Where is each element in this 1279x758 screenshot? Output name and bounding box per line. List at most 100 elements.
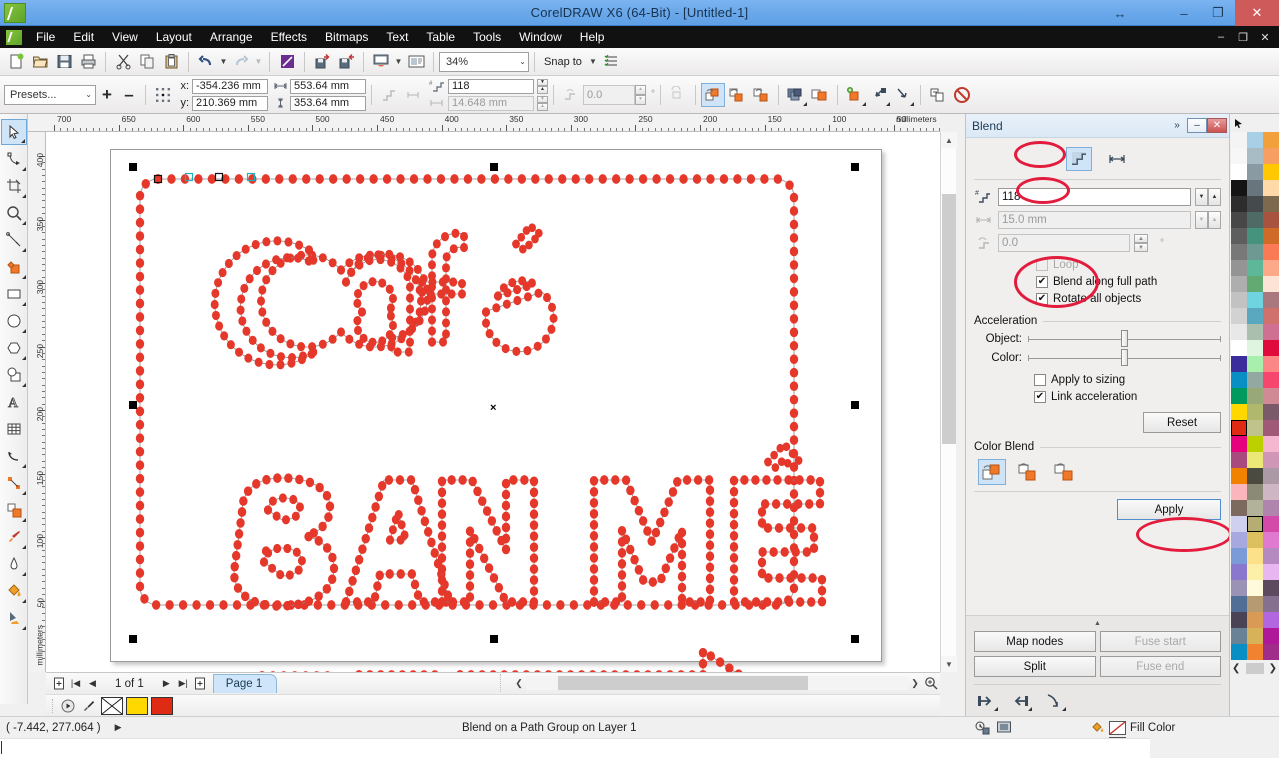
- palette-swatch[interactable]: [1231, 564, 1247, 580]
- display-icon[interactable]: [996, 720, 1012, 735]
- blend-full-path-checkbox[interactable]: ✔: [1036, 276, 1048, 288]
- palette-swatch[interactable]: [1231, 436, 1247, 452]
- table-tool[interactable]: [1, 416, 27, 442]
- application-launcher-icon[interactable]: [404, 50, 428, 74]
- menu-item-file[interactable]: File: [27, 27, 64, 47]
- palette-swatch[interactable]: [1231, 196, 1247, 212]
- palette-swatch[interactable]: [1231, 164, 1247, 180]
- palette-swatch[interactable]: [1231, 452, 1247, 468]
- snap-to-dropdown-icon[interactable]: ▼: [586, 50, 600, 74]
- slider-thumb[interactable]: [1121, 349, 1128, 366]
- pick-tool[interactable]: [1, 119, 27, 145]
- menu-item-table[interactable]: Table: [417, 27, 464, 47]
- interactive-fill-tool[interactable]: [1, 605, 27, 631]
- palette-swatch[interactable]: [1263, 564, 1279, 580]
- copy-icon[interactable]: [135, 50, 159, 74]
- snapshot-icon[interactable]: [974, 720, 990, 735]
- palette-swatch[interactable]: [1231, 180, 1247, 196]
- new-icon[interactable]: [4, 50, 28, 74]
- palette-swatch[interactable]: [1247, 468, 1263, 484]
- next-page-button[interactable]: ▶: [158, 675, 175, 693]
- map-nodes-button[interactable]: Map nodes: [974, 631, 1096, 652]
- rotate-all-objects-checkbox[interactable]: ✔: [1036, 293, 1048, 305]
- palette-swatch[interactable]: [1231, 372, 1247, 388]
- palette-next-button[interactable]: ❯: [1269, 663, 1277, 674]
- palette-swatch[interactable]: [1263, 436, 1279, 452]
- basic-shapes-tool[interactable]: [1, 362, 27, 388]
- palette-swatch[interactable]: [1263, 164, 1279, 180]
- split-button[interactable]: Split: [974, 656, 1096, 677]
- undo-dropdown-icon[interactable]: ▼: [218, 50, 229, 74]
- connector-tool[interactable]: [1, 470, 27, 496]
- hscroll-thumb[interactable]: [558, 676, 808, 690]
- palette-swatch[interactable]: [1231, 324, 1247, 340]
- palette-swatch[interactable]: [1247, 500, 1263, 516]
- link-acceleration-row[interactable]: ✔ Link acceleration: [1034, 388, 1221, 405]
- palette-swatch[interactable]: [1247, 228, 1263, 244]
- palette-swatch[interactable]: [1231, 308, 1247, 324]
- palette-swatch[interactable]: [1231, 644, 1247, 660]
- docker-expand-icon[interactable]: »: [1167, 117, 1187, 135]
- palette-swatch[interactable]: [1231, 388, 1247, 404]
- palette-swatch[interactable]: [1247, 532, 1263, 548]
- palette-swatch[interactable]: [1231, 468, 1247, 484]
- blend-tool[interactable]: [1, 497, 27, 523]
- palette-swatch[interactable]: [1263, 468, 1279, 484]
- palette-swatch[interactable]: [1263, 532, 1279, 548]
- zoom-level-combo[interactable]: 34% ⌄: [439, 52, 529, 72]
- palette-swatch[interactable]: [1247, 548, 1263, 564]
- menu-item-arrange[interactable]: Arrange: [201, 27, 262, 47]
- options-icon[interactable]: [600, 50, 624, 74]
- scroll-up-icon[interactable]: ▲: [941, 132, 957, 148]
- last-page-button[interactable]: ▶|: [175, 675, 192, 693]
- menu-item-window[interactable]: Window: [510, 27, 571, 47]
- ellipse-tool[interactable]: [1, 308, 27, 334]
- start-object-icon[interactable]: [974, 690, 998, 712]
- remove-preset-button[interactable]: –: [118, 84, 140, 106]
- fill-color-swatch[interactable]: [126, 697, 148, 715]
- palette-swatch[interactable]: [1263, 372, 1279, 388]
- docker-close-button[interactable]: ✕: [1207, 118, 1227, 133]
- palette-swatch[interactable]: [1247, 212, 1263, 228]
- doc-close-button[interactable]: ✕: [1255, 27, 1275, 47]
- add-preset-button[interactable]: +: [96, 84, 118, 106]
- palette-swatch[interactable]: [1263, 228, 1279, 244]
- palette-swatch[interactable]: [1247, 516, 1263, 532]
- crop-tool[interactable]: [1, 173, 27, 199]
- outline-color-swatch[interactable]: [151, 697, 173, 715]
- menu-item-effects[interactable]: Effects: [262, 27, 316, 47]
- palette-swatch[interactable]: [1231, 532, 1247, 548]
- palette-swatch[interactable]: [1247, 580, 1263, 596]
- palette-swatch[interactable]: [1247, 340, 1263, 356]
- palette-prev-button[interactable]: ❮: [1232, 663, 1240, 674]
- palette-swatch[interactable]: [1247, 596, 1263, 612]
- selection-handle[interactable]: [490, 635, 498, 643]
- palette-swatch[interactable]: [1231, 404, 1247, 420]
- palette-swatch[interactable]: [1263, 404, 1279, 420]
- palette-swatch[interactable]: [1231, 612, 1247, 628]
- blend-full-path-row[interactable]: ✔ Blend along full path: [1036, 273, 1221, 290]
- zoom-page-icon[interactable]: [922, 675, 940, 691]
- path-properties-icon[interactable]: [1042, 690, 1066, 712]
- palette-swatch[interactable]: [1263, 276, 1279, 292]
- palette-swatch[interactable]: [1263, 484, 1279, 500]
- rotate-all-objects-row[interactable]: ✔ Rotate all objects: [1036, 290, 1221, 307]
- palette-swatch[interactable]: [1231, 212, 1247, 228]
- resize-icon[interactable]: ↔: [1103, 0, 1137, 26]
- palette-swatch[interactable]: [1263, 420, 1279, 436]
- menu-item-layout[interactable]: Layout: [147, 27, 201, 47]
- first-page-button[interactable]: |◀: [67, 675, 84, 693]
- freehand-tool[interactable]: [1, 227, 27, 253]
- apply-to-sizing-checkbox[interactable]: [1034, 374, 1046, 386]
- palette-swatch[interactable]: [1231, 244, 1247, 260]
- blend-steps-input[interactable]: 118: [998, 188, 1191, 206]
- slider-thumb[interactable]: [1121, 330, 1128, 347]
- fill-tool[interactable]: [1, 578, 27, 604]
- color-eyedropper-tool[interactable]: [1, 524, 27, 550]
- rectangle-tool[interactable]: [1, 281, 27, 307]
- palette-swatch[interactable]: [1231, 500, 1247, 516]
- y-position-field[interactable]: 210.369 mm: [192, 96, 268, 111]
- anchor-point-selector[interactable]: [151, 83, 175, 107]
- presets-combo[interactable]: Presets... ⌄: [4, 85, 96, 105]
- palette-swatch[interactable]: [1247, 484, 1263, 500]
